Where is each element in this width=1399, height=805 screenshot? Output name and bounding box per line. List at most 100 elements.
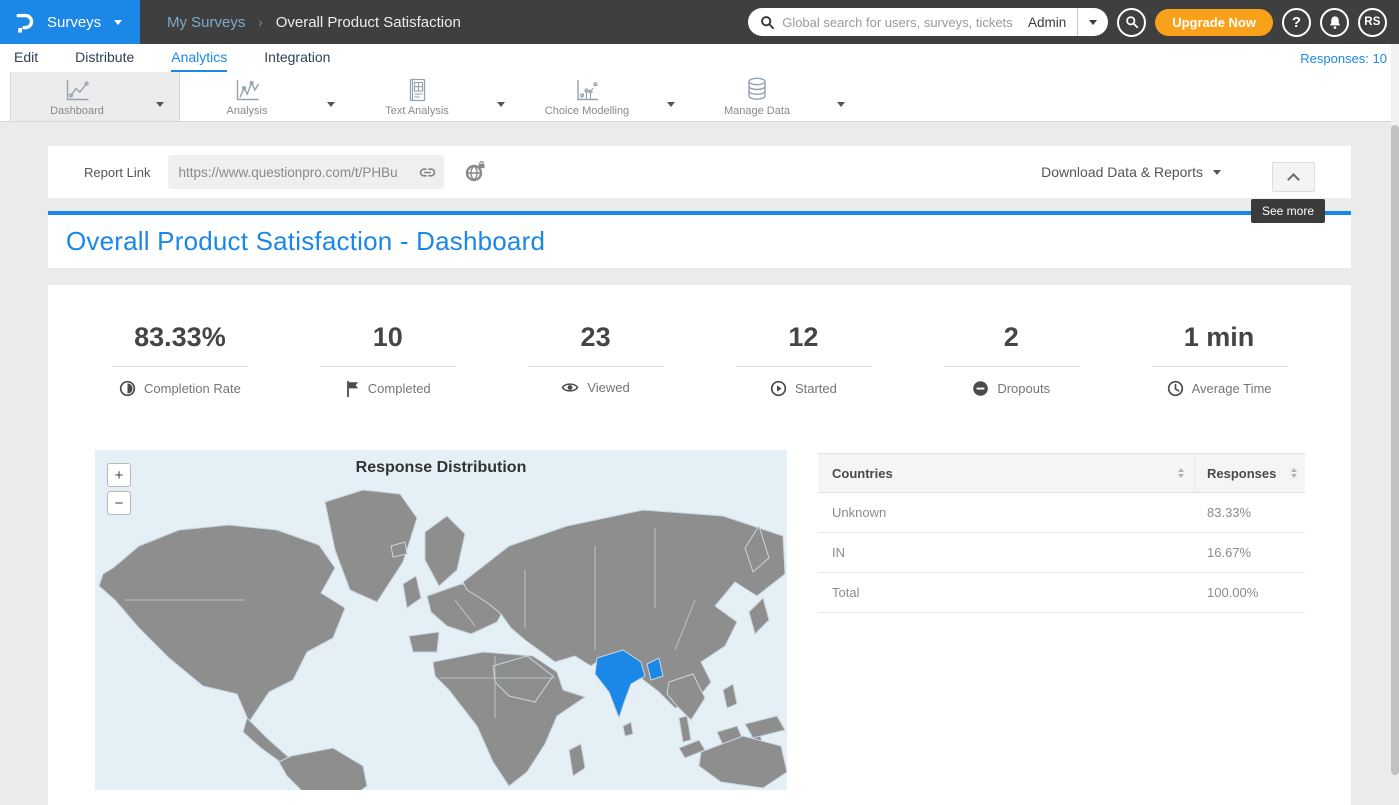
search-scope-dropdown[interactable] — [1078, 8, 1108, 36]
play-circle-icon — [770, 380, 787, 397]
download-data-reports-label: Download Data & Reports — [1041, 164, 1203, 180]
analysis-dropdown[interactable] — [327, 94, 335, 112]
country-cell: Unknown — [818, 505, 1195, 520]
divider — [320, 366, 455, 367]
toolbar-item-label: Text Analysis — [385, 105, 449, 117]
divider — [112, 366, 247, 367]
column-header-responses[interactable]: Responses — [1195, 454, 1305, 492]
text-analysis-dropdown[interactable] — [497, 94, 505, 112]
breadcrumb-parent[interactable]: My Surveys — [167, 14, 245, 31]
choice-modelling-icon — [573, 76, 601, 103]
stat-value: 83.33% — [134, 322, 226, 353]
dashboard-card: 83.33% Completion Rate 10 Completed 23 — [48, 285, 1351, 805]
country-cell: IN — [818, 545, 1195, 560]
responses-count[interactable]: Responses: 10 — [1300, 51, 1399, 72]
top-header: Surveys My Surveys › Overall Product Sat… — [0, 0, 1399, 44]
map-zoom-in-button[interactable]: + — [107, 463, 131, 487]
sort-icon[interactable] — [1291, 468, 1297, 478]
search-button[interactable] — [1117, 8, 1146, 37]
upgrade-button[interactable]: Upgrade Now — [1155, 9, 1273, 36]
countries-table: Countries Responses Unknown 83.33% IN 16… — [818, 453, 1305, 613]
map-country — [699, 736, 787, 788]
vertical-scrollbar[interactable] — [1391, 44, 1399, 775]
table-header: Countries Responses — [818, 453, 1305, 493]
toolbar-item-label: Dashboard — [50, 105, 104, 117]
collapse-toggle-button[interactable] — [1272, 162, 1315, 192]
database-icon — [744, 76, 770, 103]
map-country-india — [595, 650, 645, 718]
toolbar-item-manage-data[interactable]: Manage Data — [690, 72, 860, 121]
toolbar-item-label: Choice Modelling — [545, 105, 629, 117]
search-icon — [760, 15, 775, 30]
chevron-down-icon — [667, 102, 675, 107]
globe-lock-icon — [464, 161, 487, 183]
search-scope-selector[interactable]: Admin — [1017, 15, 1077, 30]
choice-modelling-dropdown[interactable] — [667, 94, 675, 112]
table-row: IN 16.67% — [818, 533, 1305, 573]
response-distribution-map[interactable]: Response Distribution + − — [95, 450, 787, 790]
chevron-down-icon — [327, 102, 335, 107]
world-map[interactable] — [95, 450, 787, 790]
help-button[interactable]: ? — [1282, 8, 1311, 37]
map-country — [279, 748, 367, 790]
map-country — [723, 684, 737, 708]
column-label: Responses — [1207, 466, 1276, 481]
stat-value: 10 — [373, 322, 403, 353]
stat-label: Average Time — [1192, 381, 1272, 396]
map-country — [679, 716, 691, 742]
toolbar-item-label: Analysis — [227, 105, 268, 117]
stat-started: 12 Started — [699, 322, 907, 397]
tab-edit[interactable]: Edit — [14, 49, 38, 72]
analysis-chart-icon — [233, 76, 262, 103]
global-search[interactable]: Admin — [748, 8, 1108, 36]
chevron-down-icon — [837, 102, 845, 107]
responses-cell: 100.00% — [1195, 585, 1305, 600]
avatar[interactable]: RS — [1358, 8, 1387, 37]
sort-icon[interactable] — [1178, 468, 1184, 478]
dashboard-chart-icon — [63, 76, 92, 103]
chevron-down-icon — [156, 102, 164, 107]
map-country — [749, 598, 769, 634]
toolbar-item-text-analysis[interactable]: Text Analysis — [350, 72, 520, 121]
toolbar-item-choice-modelling[interactable]: Choice Modelling — [520, 72, 690, 121]
map-country — [569, 744, 585, 776]
chevron-down-icon — [1089, 20, 1097, 25]
map-country — [623, 722, 633, 736]
map-country — [425, 516, 465, 586]
column-header-countries[interactable]: Countries — [818, 454, 1195, 492]
column-label: Countries — [832, 466, 893, 481]
product-switcher[interactable]: Surveys — [0, 0, 140, 44]
completion-rate-icon — [119, 380, 136, 397]
text-analysis-icon — [405, 76, 429, 103]
notifications-button[interactable] — [1320, 8, 1349, 37]
map-zoom-out-button[interactable]: − — [107, 491, 131, 515]
tab-integration[interactable]: Integration — [264, 49, 330, 72]
chevron-down-icon — [114, 20, 122, 25]
stat-completed: 10 Completed — [284, 322, 492, 397]
public-link-settings-button[interactable] — [464, 161, 487, 183]
report-link-url[interactable]: https://www.questionpro.com/t/PHBu — [178, 165, 415, 180]
eye-icon — [561, 380, 579, 395]
responses-cell: 83.33% — [1195, 505, 1305, 520]
dashboard-dropdown[interactable] — [156, 94, 164, 112]
download-data-reports-dropdown[interactable]: Download Data & Reports — [1041, 164, 1221, 180]
manage-data-dropdown[interactable] — [837, 94, 845, 112]
stat-viewed: 23 Viewed — [492, 322, 700, 397]
toolbar-item-analysis[interactable]: Analysis — [180, 72, 350, 121]
stat-value: 2 — [1004, 322, 1019, 353]
header-actions: Admin Upgrade Now ? RS — [748, 8, 1399, 37]
bell-icon — [1328, 15, 1342, 30]
map-country — [745, 716, 785, 738]
report-link-field[interactable]: https://www.questionpro.com/t/PHBu — [168, 155, 444, 189]
tab-distribute[interactable]: Distribute — [75, 49, 134, 72]
scrollbar-thumb[interactable] — [1391, 125, 1399, 775]
toolbar-item-dashboard[interactable]: Dashboard — [10, 72, 180, 121]
divider — [944, 366, 1079, 367]
questionpro-logo-icon — [16, 11, 36, 34]
search-input[interactable] — [782, 15, 1017, 30]
stat-average-time: 1 min Average Time — [1115, 322, 1323, 397]
breadcrumb: My Surveys › Overall Product Satisfactio… — [167, 14, 461, 31]
tab-analytics[interactable]: Analytics — [171, 49, 227, 72]
section-tabs: Edit Distribute Analytics Integration Re… — [0, 44, 1399, 72]
page-title: Overall Product Satisfaction - Dashboard — [48, 226, 545, 257]
